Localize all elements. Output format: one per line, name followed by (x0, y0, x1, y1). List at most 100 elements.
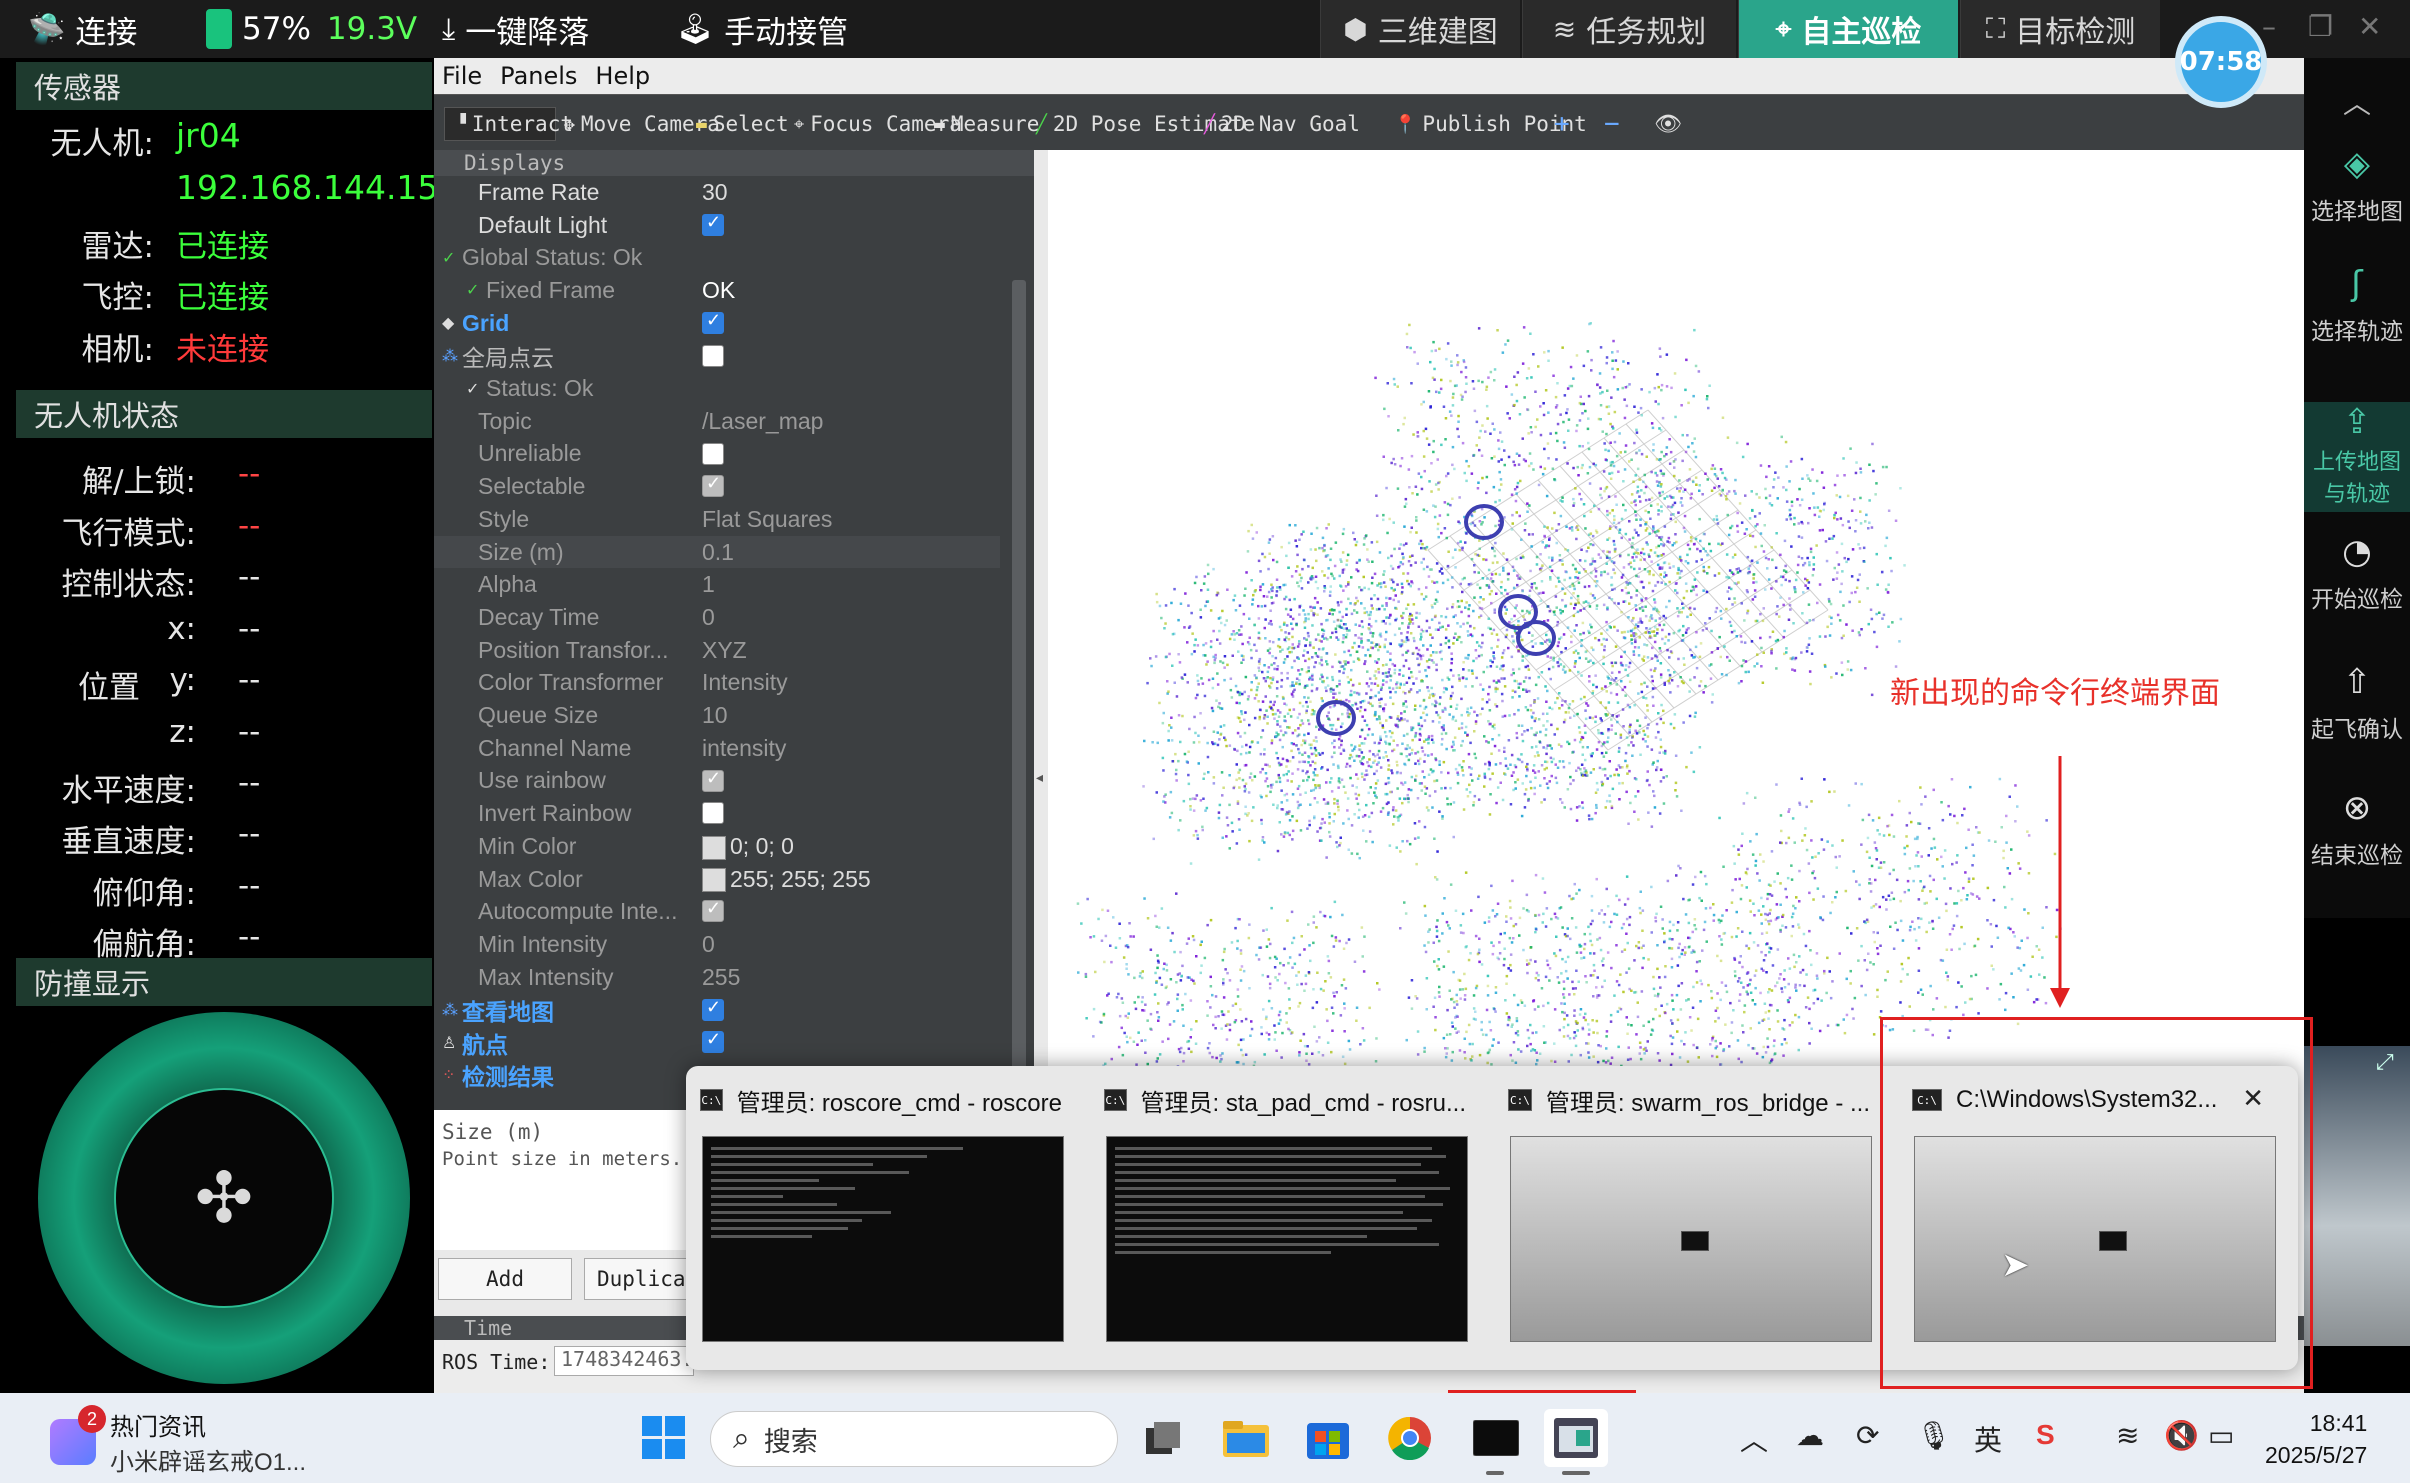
remove-tool-icon[interactable]: − (1594, 107, 1630, 141)
pin-icon: 📍 (1394, 113, 1417, 135)
microphone-icon[interactable]: 🎙 (1916, 1419, 1952, 1452)
start-button[interactable] (636, 1409, 692, 1467)
tab-autonomous-inspection[interactable]: ⌖ 自主巡检 (1738, 0, 1958, 58)
switcher-window-sta-pad[interactable]: C:\ 管理员: sta_pad_cmd - rosru... (1090, 1080, 1468, 1358)
switcher-window-roscore[interactable]: C:\ 管理员: roscore_cmd - roscore (686, 1080, 1064, 1358)
min-color-swatch[interactable] (702, 835, 726, 860)
news-widget[interactable]: 2 热门资讯 小米辟谣玄戒O1... (50, 1405, 306, 1477)
menu-file[interactable]: File (442, 62, 482, 90)
collapse-arrow-icon[interactable]: ◂ (1036, 770, 1043, 786)
max-color-swatch[interactable] (702, 868, 726, 893)
waypoints-checkbox[interactable] (702, 1029, 724, 1054)
autocompute-checkbox[interactable] (702, 898, 724, 923)
input-language[interactable]: 英 (1974, 1419, 2002, 1459)
view-map-checkbox[interactable] (702, 997, 724, 1021)
show-hidden-icons[interactable]: ︿ (1740, 1419, 1768, 1459)
tool-2d-nav-goal[interactable]: ╱ 2D Nav Goal (1194, 107, 1370, 141)
prop-decay-time[interactable]: Decay Time 0 (434, 601, 1000, 634)
end-inspection-button[interactable]: ⊗ 结束巡检 (2304, 788, 2410, 870)
prop-grid[interactable]: ◆ Grid (434, 307, 1000, 340)
close-icon[interactable]: ✕ (2358, 10, 2381, 43)
prop-autocompute-intensity[interactable]: Autocompute Inte... (434, 895, 1000, 928)
prop-min-intensity[interactable]: Min Intensity 0 (434, 928, 1000, 961)
default-light-checkbox[interactable] (702, 212, 724, 236)
prop-position-transformer[interactable]: Position Transfor... XYZ (434, 634, 1000, 667)
selectable-checkbox[interactable] (702, 473, 724, 498)
land-button[interactable]: ⤓ 一键降落 (442, 0, 589, 58)
prop-status-ok[interactable]: ✓ Status: Ok (434, 372, 1000, 405)
prop-unreliable[interactable]: Unreliable (434, 438, 1000, 471)
prop-style[interactable]: Style Flat Squares (434, 503, 1000, 536)
prop-color-transformer[interactable]: Color Transformer Intensity (434, 667, 1000, 700)
battery-tray-icon[interactable]: ▭ (2208, 1419, 2234, 1452)
displays-scrollbar[interactable] (1006, 176, 1032, 1110)
prop-max-color[interactable]: Max Color 255; 255; 255 (434, 863, 1000, 896)
prop-frame-rate[interactable]: Frame Rate 30 (434, 176, 1000, 209)
start-inspection-button[interactable]: ◔ 开始巡检 (2304, 532, 2410, 614)
prop-invert-rainbow[interactable]: Invert Rainbow (434, 797, 1000, 830)
prop-selectable[interactable]: Selectable (434, 470, 1000, 503)
add-tool-icon[interactable]: + (1544, 107, 1580, 141)
prop-fixed-frame[interactable]: ✓ Fixed Frame OK (434, 274, 1000, 307)
prop-global-status[interactable]: ✓ Global Status: Ok (434, 241, 1000, 274)
collision-radar: ✣ (38, 1012, 410, 1384)
collapse-chevron-icon[interactable]: ︿ (2304, 82, 2410, 130)
prop-topic[interactable]: Topic/Laser_map (434, 405, 1000, 438)
countdown-timer: 07:58 (2175, 16, 2267, 108)
expand-icon[interactable]: ⤢ (2376, 1050, 2394, 1075)
upload-icon: ⇪ (2342, 402, 2372, 442)
onedrive-icon[interactable]: ☁ (1796, 1419, 1824, 1452)
sogou-icon[interactable]: S (2036, 1419, 2055, 1451)
grid-checkbox[interactable] (702, 310, 724, 334)
prop-default-light[interactable]: Default Light (434, 209, 1000, 242)
taskbar-clock[interactable]: 18:41 2025/5/27 (2265, 1407, 2367, 1471)
tab-3d-mapping[interactable]: ⬢ 三维建图 (1320, 0, 1520, 58)
ros-time-field[interactable]: 1748342463.8 (554, 1346, 694, 1376)
maximize-icon[interactable]: ❐ (2308, 10, 2333, 43)
microsoft-store-icon[interactable] (1300, 1409, 1356, 1467)
prop-view-map[interactable]: ⁂ 查看地图 (434, 994, 1000, 1027)
prop-size[interactable]: Size (m) 0.1 (434, 535, 1000, 569)
connect-button[interactable]: 🛸 连接 (28, 0, 137, 58)
tool-select[interactable]: ▬ Select (686, 107, 799, 141)
pointcloud-checkbox[interactable] (702, 344, 724, 367)
use-rainbow-checkbox[interactable] (702, 768, 724, 792)
add-button[interactable]: Add (438, 1258, 572, 1300)
takeoff-icon: ⇧ (2342, 662, 2372, 702)
prop-global-pointcloud[interactable]: ⁂ 全局点云 (434, 340, 1000, 373)
pointcloud-icon: ⁂ (442, 1001, 458, 1019)
upload-map-trajectory-button[interactable]: ⇪ 上传地图与轨迹 (2304, 402, 2410, 512)
prop-queue-size[interactable]: Queue Size 10 (434, 699, 1000, 732)
tool-interact[interactable]: ▝ Interact (444, 107, 573, 141)
menu-help[interactable]: Help (595, 62, 650, 90)
prop-min-color[interactable]: Min Color 0; 0; 0 (434, 830, 1000, 863)
chrome-icon[interactable] (1382, 1409, 1438, 1467)
duplicate-button[interactable]: Duplica (584, 1258, 694, 1300)
app-taskbar-icon[interactable] (1544, 1409, 1608, 1475)
switcher-window-swarm-bridge[interactable]: C:\ 管理员: swarm_ros_bridge - ... (1494, 1080, 1872, 1358)
select-trajectory-button[interactable]: ʃ 选择轨迹 (2304, 264, 2410, 346)
select-map-button[interactable]: ◈ 选择地图 (2304, 144, 2410, 226)
wifi-icon[interactable]: ≋ (2116, 1419, 2139, 1452)
manual-takeover-button[interactable]: 🕹 手动接管 (676, 0, 848, 58)
tool-publish-point[interactable] (1800, 107, 1820, 141)
prop-channel-name[interactable]: Channel Name intensity (434, 732, 1000, 765)
terminal-taskbar-icon[interactable] (1464, 1409, 1528, 1475)
minimize-icon[interactable]: – (2262, 10, 2276, 43)
invert-rainbow-checkbox[interactable] (702, 802, 724, 825)
unreliable-checkbox[interactable] (702, 442, 724, 465)
mute-icon[interactable]: 🔇 (2164, 1419, 2199, 1452)
task-view-icon[interactable] (1136, 1409, 1192, 1467)
sync-icon[interactable]: ⟳ (1856, 1419, 1879, 1452)
taskbar-search[interactable]: ⌕ 搜索 (710, 1411, 1118, 1467)
menu-panels[interactable]: Panels (500, 62, 577, 90)
prop-max-intensity[interactable]: Max Intensity 255 (434, 961, 1000, 994)
prop-use-rainbow[interactable]: Use rainbow (434, 765, 1000, 798)
prop-waypoints[interactable]: ♙ 航点 (434, 1026, 1000, 1059)
tab-target-detection[interactable]: ⛶ 目标检测 (1960, 0, 2160, 58)
prop-alpha[interactable]: Alpha 1 (434, 568, 1000, 601)
file-explorer-icon[interactable] (1218, 1409, 1274, 1467)
takeoff-confirm-button[interactable]: ⇧ 起飞确认 (2304, 662, 2410, 744)
tab-mission-planning[interactable]: ≋ 任务规划 (1522, 0, 1736, 58)
eye-icon[interactable]: 👁 (1644, 107, 1692, 141)
